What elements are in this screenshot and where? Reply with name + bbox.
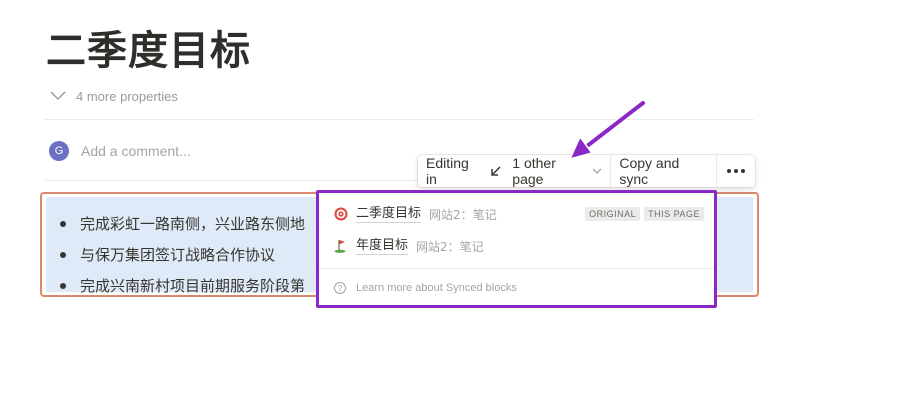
synced-block-toolbar: Editing in 1 other page Copy and sync	[418, 155, 755, 187]
chevron-down-icon	[50, 91, 66, 101]
list-item[interactable]: 完成彩虹一路南侧，兴业路东侧地	[60, 208, 305, 239]
divider	[44, 119, 754, 120]
more-options-button[interactable]	[717, 155, 755, 187]
page-name: 年度目标	[356, 238, 409, 255]
bullet-dot	[60, 251, 66, 258]
this-page-badge: THIS PAGE	[644, 207, 704, 221]
page-path: 网站2：笔记	[416, 239, 484, 254]
bullet-list: 完成彩虹一路南侧，兴业路东侧地 与保万集团签订战略合作协议 完成兴南新村项目前期…	[60, 208, 305, 301]
comment-input[interactable]	[81, 143, 381, 159]
list-item-text: 与保万集团签订战略合作协议	[80, 246, 276, 264]
target-icon	[334, 207, 348, 221]
synced-page-item[interactable]: 二季度目标 网站2：笔记 ORIGINAL THIS PAGE	[334, 204, 704, 224]
chevron-down-icon	[592, 168, 602, 174]
page-name: 二季度目标	[356, 206, 422, 223]
original-badge: ORIGINAL	[585, 207, 641, 221]
other-pages-label: 1 other page	[512, 155, 556, 187]
page-title[interactable]: 二季度目标	[46, 18, 251, 76]
golf-flag-icon	[334, 240, 346, 253]
editing-in-button[interactable]: Editing in 1 other page	[418, 155, 610, 187]
synced-page-item[interactable]: 年度目标 网站2：笔记	[334, 236, 484, 256]
more-dots-icon	[727, 169, 745, 173]
editing-in-label: Editing in	[426, 155, 469, 187]
dropdown-divider	[319, 268, 714, 269]
page-path: 网站2：笔记	[429, 207, 497, 222]
list-item[interactable]: 完成兴南新村项目前期服务阶段第	[60, 270, 305, 301]
arrow-down-left-icon	[491, 166, 501, 176]
learn-more-link[interactable]: ? Learn more about Synced blocks	[334, 282, 517, 294]
synced-pages-dropdown: 二季度目标 网站2：笔记 ORIGINAL THIS PAGE 年度目标 网站2…	[316, 190, 717, 308]
avatar: G	[49, 141, 69, 161]
badge-group: ORIGINAL THIS PAGE	[585, 207, 704, 221]
comment-row: G	[49, 141, 381, 161]
question-mark-icon: ?	[334, 282, 346, 294]
copy-and-sync-button[interactable]: Copy and sync	[611, 155, 716, 187]
more-properties-toggle[interactable]: 4 more properties	[50, 86, 178, 106]
bullet-dot	[60, 282, 66, 289]
copy-and-sync-label: Copy and sync	[619, 155, 680, 187]
list-item-text: 完成兴南新村项目前期服务阶段第	[80, 277, 306, 295]
list-item-text: 完成彩虹一路南侧，兴业路东侧地	[80, 215, 306, 233]
learn-more-text: Learn more about Synced blocks	[356, 282, 517, 294]
list-item[interactable]: 与保万集团签订战略合作协议	[60, 239, 305, 270]
more-properties-label: 4 more properties	[76, 88, 178, 104]
bullet-dot	[60, 220, 66, 227]
